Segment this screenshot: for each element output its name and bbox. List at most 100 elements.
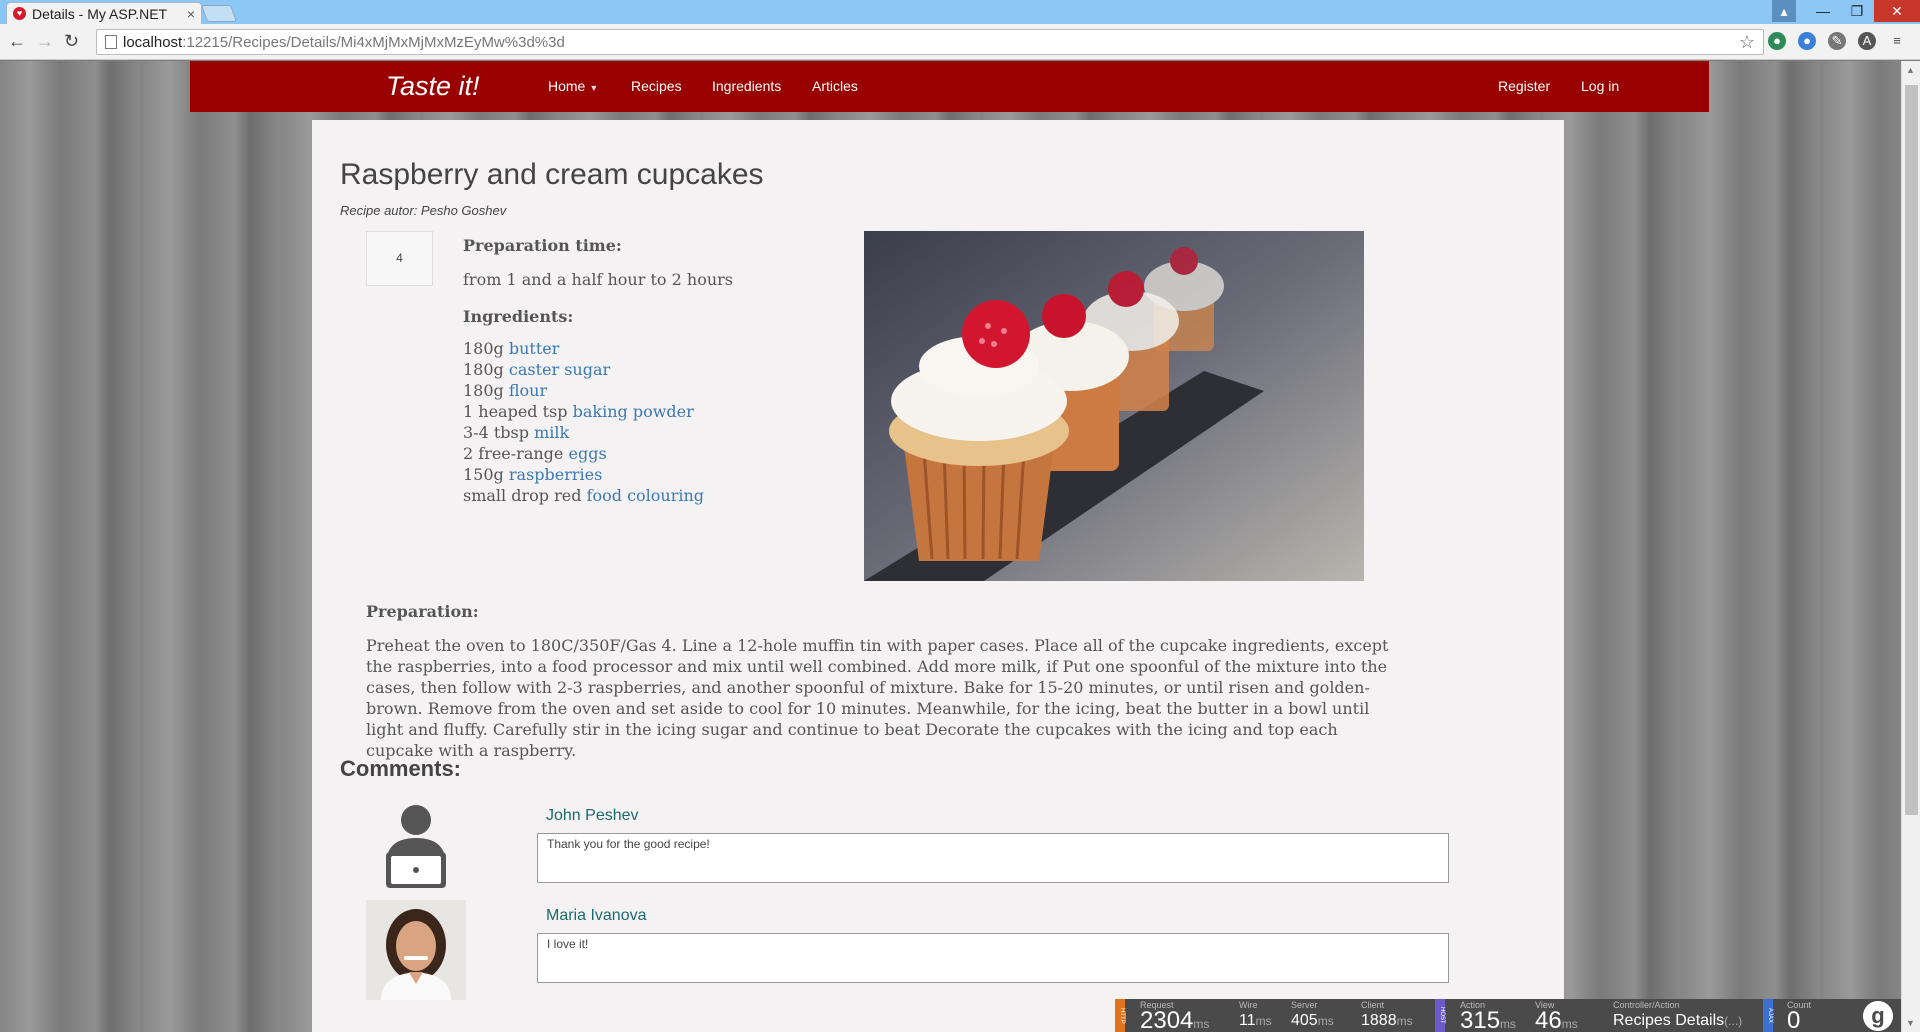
wire-stat[interactable]: Wire 11ms — [1239, 1000, 1272, 1032]
login-link[interactable]: Log in — [1581, 78, 1619, 94]
scrollbar-thumb[interactable] — [1905, 85, 1918, 815]
globe-extension-icon[interactable]: ● — [1768, 32, 1786, 50]
preparation-label: Preparation: — [366, 602, 479, 621]
action-stat[interactable]: Action 315ms — [1460, 1000, 1516, 1032]
tab-title: Details - My ASP.NET — [32, 5, 168, 22]
back-icon[interactable]: ← — [8, 31, 26, 52]
nav-home[interactable]: Home ▼ — [548, 78, 598, 94]
recipe-panel: Raspberry and cream cupcakes Recipe auto… — [312, 120, 1564, 1032]
url-path: :12215/Recipes/Details/Mi4xMjMxMjMxMzEyM… — [182, 33, 565, 51]
host-tag: HOST — [1435, 999, 1445, 1032]
nav-articles[interactable]: Articles — [812, 78, 858, 94]
controller-label: Controller/Action — [1613, 1000, 1680, 1010]
minimize-icon[interactable]: — — [1806, 0, 1840, 22]
register-link[interactable]: Register — [1498, 78, 1550, 94]
nav-recipes[interactable]: Recipes — [631, 78, 682, 94]
unit: ms — [1317, 1014, 1334, 1028]
controller-value: Recipes Details — [1613, 1012, 1725, 1029]
client-value: 1888 — [1361, 1012, 1397, 1029]
ingredient-qty: 150g — [463, 465, 504, 484]
ingredient-link[interactable]: caster sugar — [509, 360, 610, 379]
preparation-text: Preheat the oven to 180C/350F/Gas 4. Lin… — [366, 636, 1389, 760]
ingredient-item: 180g flour — [463, 380, 704, 401]
prep-time-value: from 1 and a half hour to 2 hours — [463, 270, 733, 289]
ingredient-item: small drop red food colouring — [463, 485, 704, 506]
comment-author[interactable]: Maria Ivanova — [546, 907, 647, 925]
glimpse-profiler-bar: HTTP Request 2304ms Wire 11ms Server 405… — [1115, 999, 1901, 1032]
prep-time-label: Preparation time: — [463, 236, 622, 255]
ingredient-qty: 180g — [463, 339, 504, 358]
ingredient-link[interactable]: baking powder — [573, 402, 694, 421]
brand-logo[interactable]: Taste it! — [386, 71, 480, 102]
ingredient-qty: 3-4 tbsp — [463, 423, 529, 442]
vertical-scrollbar[interactable]: ▲ ▼ — [1901, 61, 1920, 1032]
browser-tab[interactable]: ♥ Details - My ASP.NET × — [6, 2, 202, 24]
maximize-icon[interactable]: ❐ — [1840, 0, 1874, 22]
site-navbar: Taste it! Home ▼ Recipes Ingredients Arti… — [190, 61, 1709, 112]
controller-suffix: (...) — [1724, 1014, 1743, 1028]
comment-text: Thank you for the good recipe! — [537, 833, 1449, 883]
bookmark-star-icon[interactable]: ☆ — [1739, 32, 1755, 53]
tab-close-icon[interactable]: × — [187, 6, 195, 22]
browser-titlebar: ♥ Details - My ASP.NET × ▴ — ❐ ✕ — [0, 0, 1920, 24]
server-label: Server — [1291, 1000, 1318, 1010]
ingredient-qty: 2 free-range — [463, 444, 564, 463]
glimpse-logo-icon[interactable]: g — [1863, 1001, 1893, 1031]
page-icon — [105, 35, 117, 49]
ingredient-link[interactable]: food colouring — [587, 486, 704, 505]
avatar — [366, 800, 466, 900]
recipe-photo — [864, 231, 1364, 581]
count-value: 0 — [1787, 1007, 1801, 1032]
new-tab-button[interactable] — [200, 5, 238, 22]
scroll-up-icon[interactable]: ▲ — [1906, 65, 1915, 75]
avatar — [366, 900, 466, 1000]
ingredient-qty: small drop red — [463, 486, 582, 505]
unit: ms — [1561, 1017, 1578, 1031]
user-placeholder-icon — [386, 805, 446, 888]
nav-ingredients[interactable]: Ingredients — [712, 78, 781, 94]
server-stat[interactable]: Server 405ms — [1291, 1000, 1334, 1032]
request-stat[interactable]: Request 2304ms — [1140, 1000, 1209, 1032]
window-controls: ▴ — ❐ ✕ — [1772, 0, 1920, 22]
address-bar[interactable]: localhost :12215/Recipes/Details/Mi4xMjM… — [96, 29, 1764, 55]
wire-label: Wire — [1239, 1000, 1258, 1010]
ingredient-item: 180g caster sugar — [463, 359, 704, 380]
ingredient-link[interactable]: butter — [509, 339, 560, 358]
wire-value: 11 — [1239, 1012, 1256, 1029]
reload-icon[interactable]: ↻ — [64, 31, 79, 52]
ingredients-label: Ingredients: — [463, 307, 574, 326]
address-toolbar: ← → ↻ localhost :12215/Recipes/Details/M… — [0, 24, 1920, 60]
nav-home-label: Home — [548, 78, 586, 94]
count-stat[interactable]: Count 0 — [1787, 1000, 1811, 1032]
ingredient-link[interactable]: raspberries — [509, 465, 602, 484]
unit: ms — [1396, 1014, 1413, 1028]
controller-stat[interactable]: Controller/Action Recipes Details(...) — [1613, 1000, 1742, 1032]
profile-icon[interactable]: ▴ — [1772, 0, 1796, 22]
ingredient-item: 2 free-range eggs — [463, 443, 704, 464]
ingredient-qty: 1 heaped tsp — [463, 402, 568, 421]
view-value: 46 — [1535, 1007, 1562, 1032]
eyedropper-extension-icon[interactable]: ✎ — [1828, 32, 1846, 50]
client-stat[interactable]: Client 1888ms — [1361, 1000, 1413, 1032]
shield-extension-icon[interactable]: A — [1858, 32, 1876, 50]
ingredient-link[interactable]: eggs — [568, 444, 606, 463]
blue-extension-icon[interactable]: ● — [1798, 32, 1816, 50]
action-value: 315 — [1460, 1007, 1501, 1032]
close-window-icon[interactable]: ✕ — [1874, 0, 1920, 22]
comment-author[interactable]: John Peshev — [546, 807, 639, 825]
scroll-down-icon[interactable]: ▼ — [1906, 1018, 1915, 1028]
ingredient-link[interactable]: flour — [509, 381, 547, 400]
forward-icon[interactable]: → — [36, 31, 54, 52]
ingredient-item: 150g raspberries — [463, 464, 704, 485]
ingredient-link[interactable]: milk — [534, 423, 569, 442]
recipe-author: Recipe autor: Pesho Goshev — [340, 203, 507, 218]
view-stat[interactable]: View 46ms — [1535, 1000, 1578, 1032]
comments-title: Comments: — [340, 756, 462, 781]
request-value: 2304 — [1140, 1007, 1194, 1032]
http-tag: HTTP — [1115, 999, 1125, 1032]
extension-icons: ● ● ✎ A ≡ — [1768, 32, 1906, 50]
menu-icon[interactable]: ≡ — [1888, 32, 1906, 50]
comment-text: I love it! — [537, 933, 1449, 983]
ingredient-item: 1 heaped tsp baking powder — [463, 401, 704, 422]
client-label: Client — [1361, 1000, 1385, 1010]
